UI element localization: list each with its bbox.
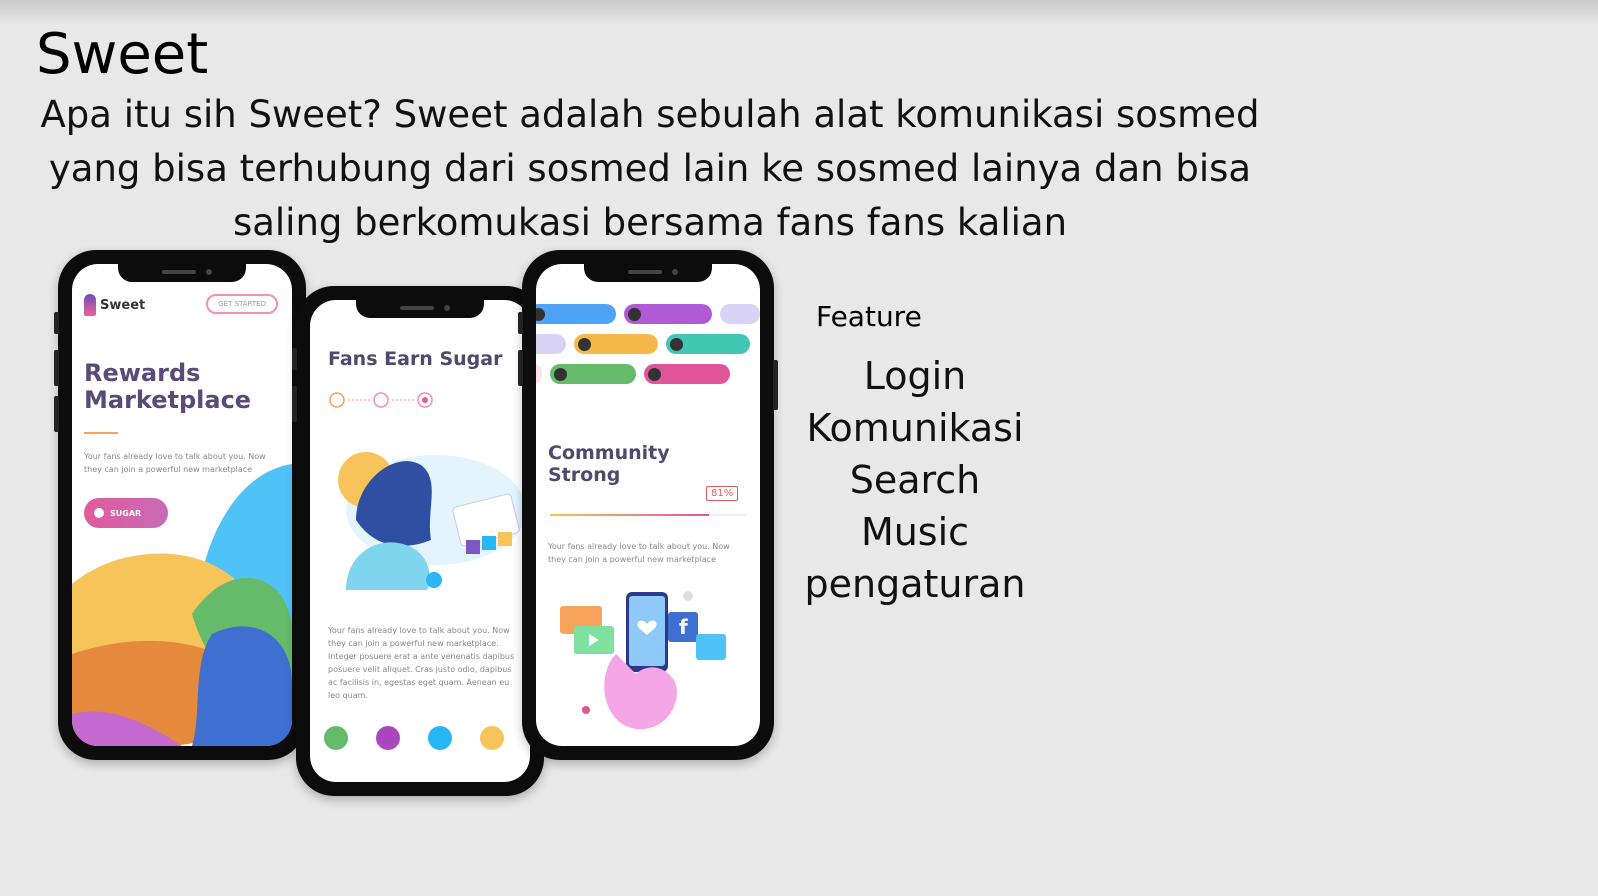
intro-text: Apa itu sih Sweet? Sweet adalah sebulah … bbox=[40, 88, 1260, 250]
phone-side-button bbox=[292, 386, 297, 422]
activity-chip bbox=[644, 364, 730, 384]
woman-with-phone-illustration bbox=[338, 452, 526, 590]
feature-item-music: Music bbox=[860, 510, 970, 554]
rewards-headline: Rewards Marketplace bbox=[84, 359, 252, 414]
feature-item-search: Search bbox=[849, 458, 981, 502]
activity-chip bbox=[624, 304, 712, 324]
phone-side-button bbox=[518, 350, 523, 386]
slide-title: Sweet bbox=[36, 22, 209, 87]
play-icon bbox=[428, 726, 452, 750]
phone-notch bbox=[118, 264, 246, 282]
earning-steps-indicator bbox=[329, 392, 433, 408]
feature-heading: Feature bbox=[816, 300, 922, 333]
phone-notch bbox=[584, 264, 712, 282]
phone-mockup-rewards: Sweet GET STARTED Rewards Marketplace Yo… bbox=[54, 250, 306, 760]
phone-side-button bbox=[518, 312, 523, 334]
phone-side-button bbox=[54, 350, 59, 386]
feature-item-pengaturan: pengaturan bbox=[804, 562, 1026, 606]
community-body-text: Your fans already love to talk about you… bbox=[548, 542, 730, 564]
progress-bar bbox=[550, 514, 746, 516]
phone-side-button bbox=[54, 312, 59, 334]
intro-line-3: saling berkomukasi bersama fans fans kal… bbox=[232, 201, 1068, 244]
fans-earn-sugar-headline: Fans Earn Sugar bbox=[328, 348, 503, 370]
activity-chip bbox=[536, 334, 566, 354]
intro-line-2: yang bisa terhubung dari sosmed lain ke … bbox=[48, 147, 1252, 190]
phone-side-button bbox=[54, 396, 59, 432]
headline-divider bbox=[84, 432, 118, 434]
community-headline: Community Strong bbox=[548, 442, 670, 486]
feature-icon bbox=[324, 726, 348, 750]
fans-earn-sugar-body-text: Your fans already love to talk about you… bbox=[328, 626, 515, 700]
sweet-logo: Sweet bbox=[84, 294, 145, 316]
progress-bar-fill bbox=[550, 514, 709, 516]
activity-chip bbox=[574, 334, 658, 354]
top-shade bbox=[0, 0, 1598, 26]
phone-screen: Community Strong 81% Your fans already l… bbox=[536, 264, 760, 746]
social-phone-illustration: f bbox=[560, 591, 726, 730]
svg-text:f: f bbox=[679, 615, 688, 639]
activity-chip bbox=[550, 364, 636, 384]
phone-mockup-community: Community Strong 81% Your fans already l… bbox=[518, 250, 778, 760]
get-started-button[interactable]: GET STARTED bbox=[206, 294, 278, 314]
chat-icon bbox=[480, 726, 504, 750]
progress-percent-badge: 81% bbox=[706, 486, 739, 501]
phone-side-button bbox=[773, 360, 778, 410]
abstract-blob-illustration bbox=[72, 464, 292, 746]
phone-screen: Sweet GET STARTED Rewards Marketplace Yo… bbox=[72, 264, 292, 746]
activity-chip bbox=[536, 304, 616, 324]
phone-notch bbox=[356, 300, 484, 318]
intro-line-1: Apa itu sih Sweet? Sweet adalah sebulah … bbox=[40, 93, 1260, 136]
feature-item-login: Login bbox=[863, 354, 967, 398]
phone-mockup-fans-earn-sugar: Fans Earn Sugar Your fans already love t… bbox=[292, 286, 544, 796]
activity-chip bbox=[536, 364, 542, 384]
activity-chip bbox=[720, 304, 760, 324]
logo-text: Sweet bbox=[100, 297, 146, 313]
activity-chip bbox=[666, 334, 750, 354]
popsicle-logo-icon bbox=[84, 294, 96, 316]
phone-side-button bbox=[292, 348, 297, 370]
feature-icon-row bbox=[324, 726, 504, 750]
feature-list: Login Komunikasi Search Music pengaturan bbox=[800, 350, 1030, 610]
phone-screen: Fans Earn Sugar Your fans already love t… bbox=[310, 300, 530, 782]
crown-icon bbox=[376, 726, 400, 750]
feature-item-komunikasi: Komunikasi bbox=[806, 406, 1024, 450]
